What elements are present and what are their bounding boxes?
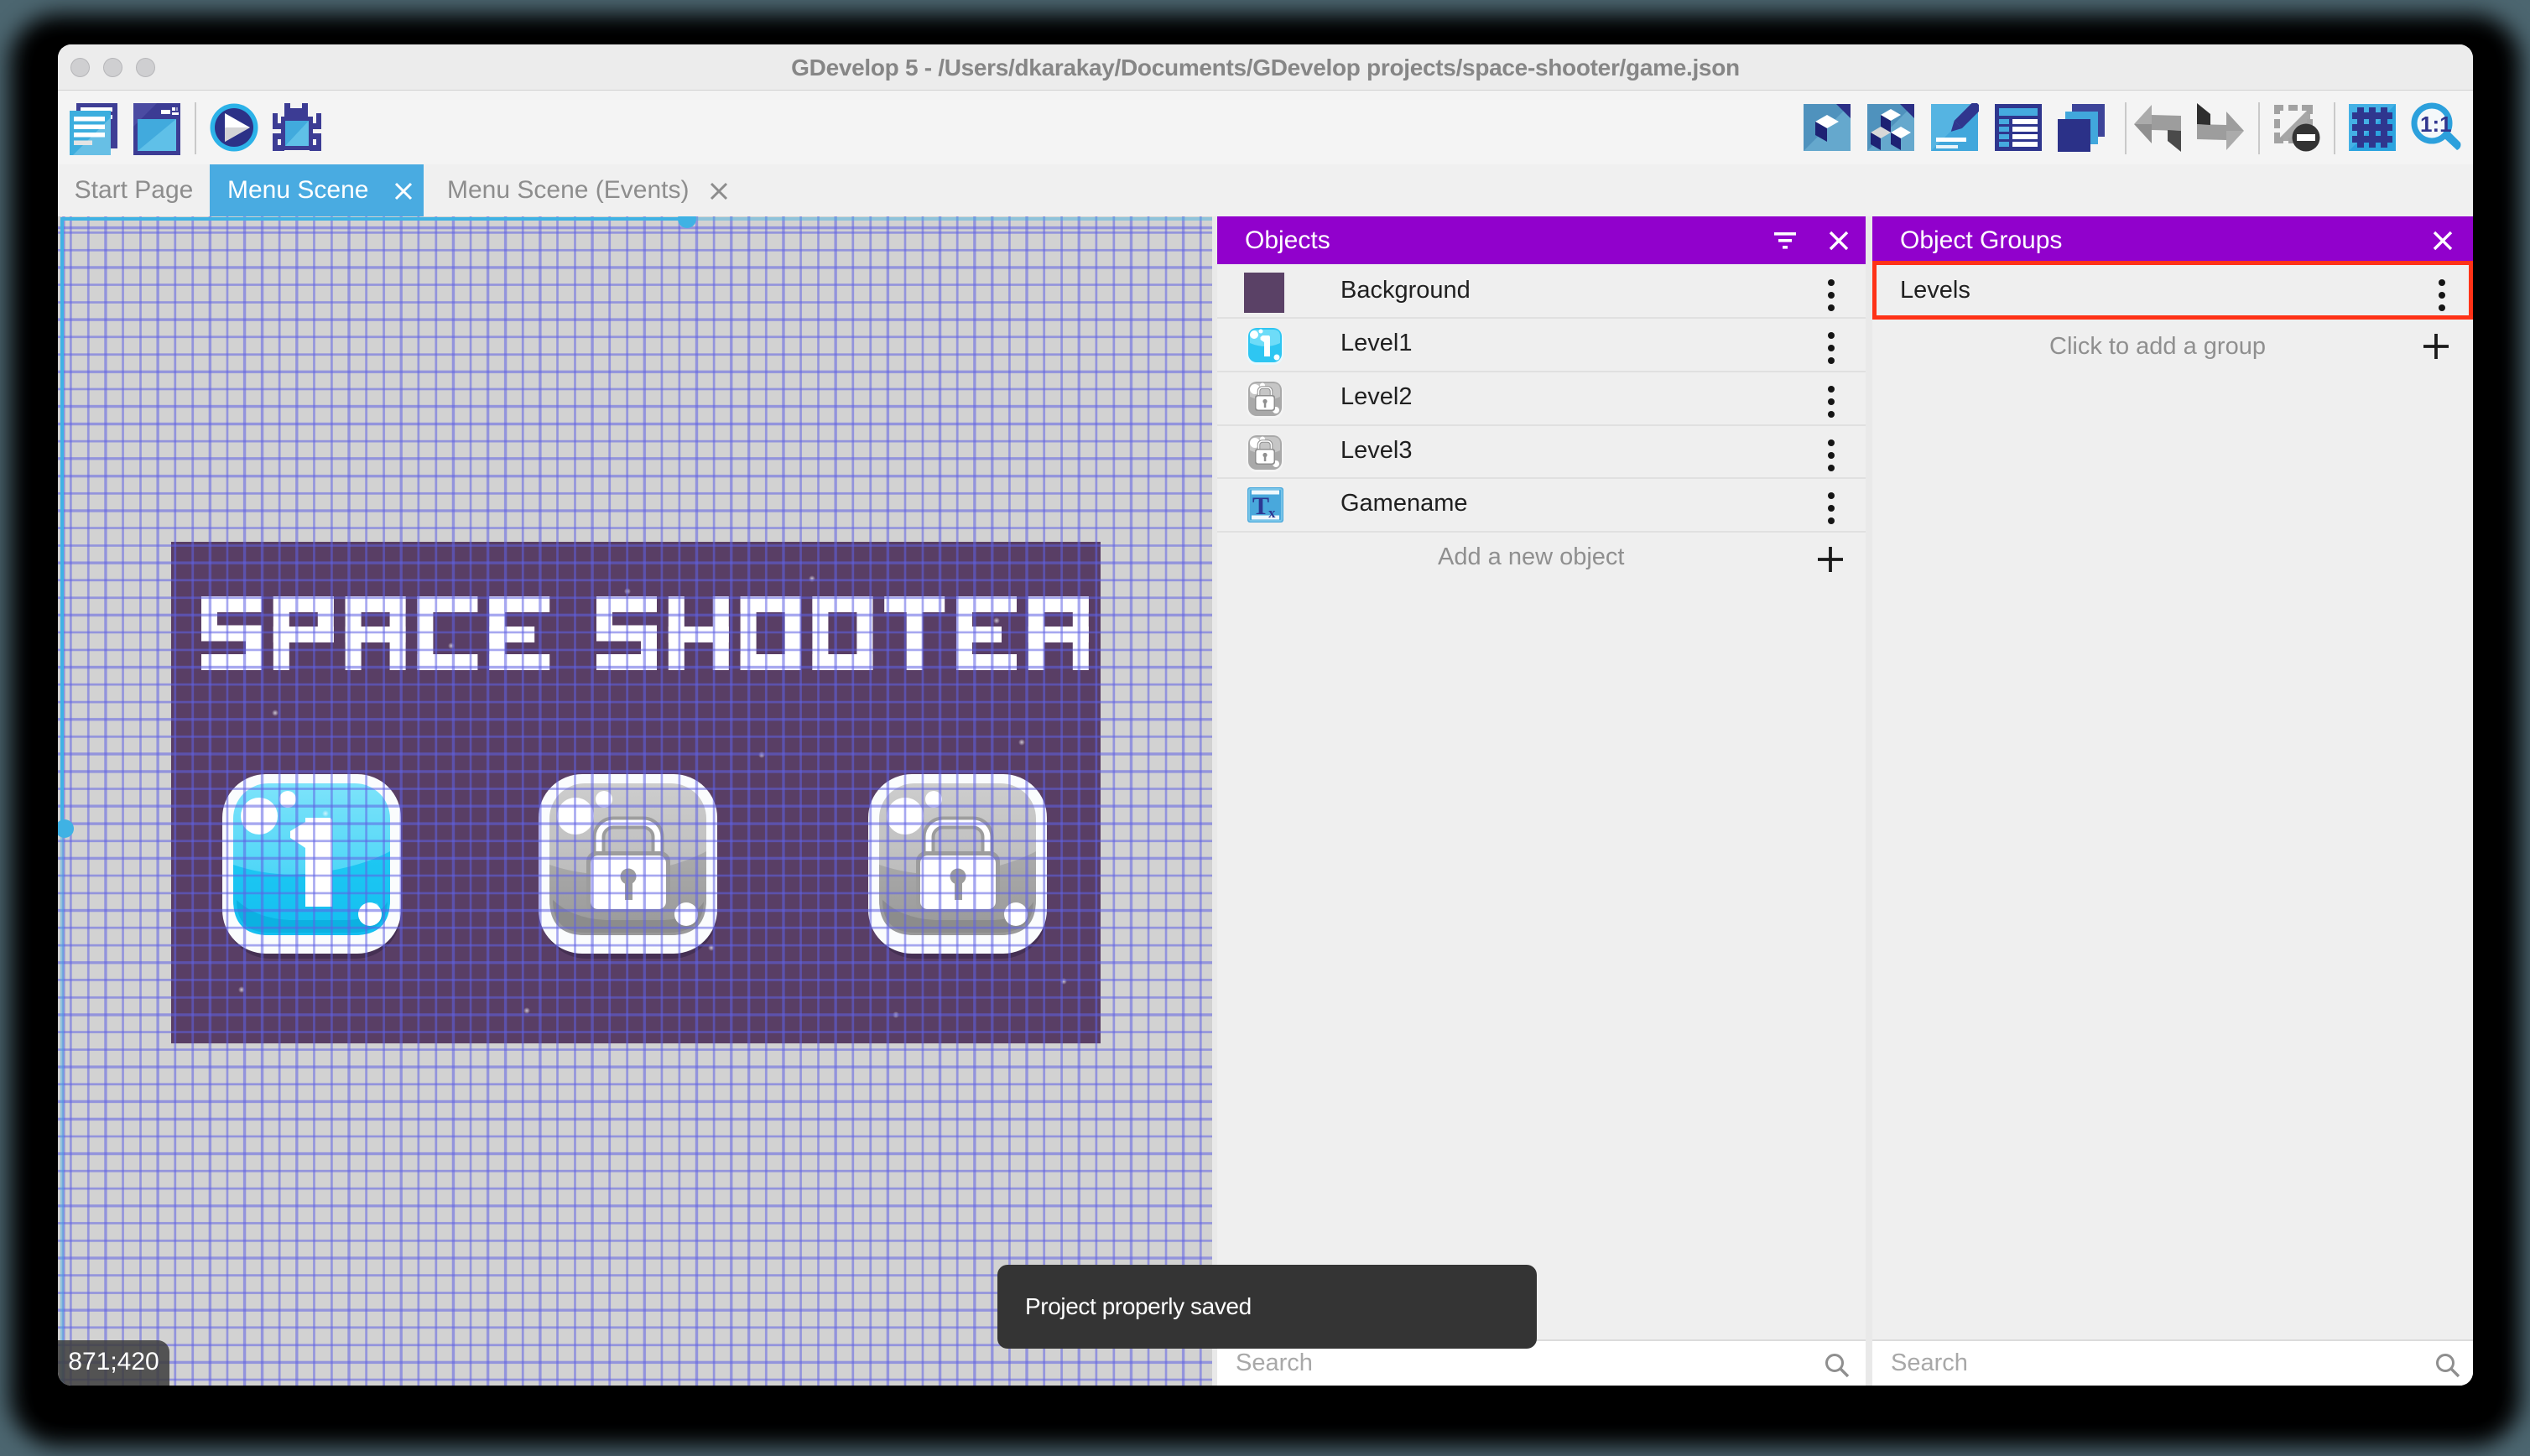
svg-text:T: T (1252, 492, 1269, 520)
svg-text:x: x (1268, 505, 1276, 521)
svg-text:1:1: 1:1 (2420, 112, 2452, 137)
